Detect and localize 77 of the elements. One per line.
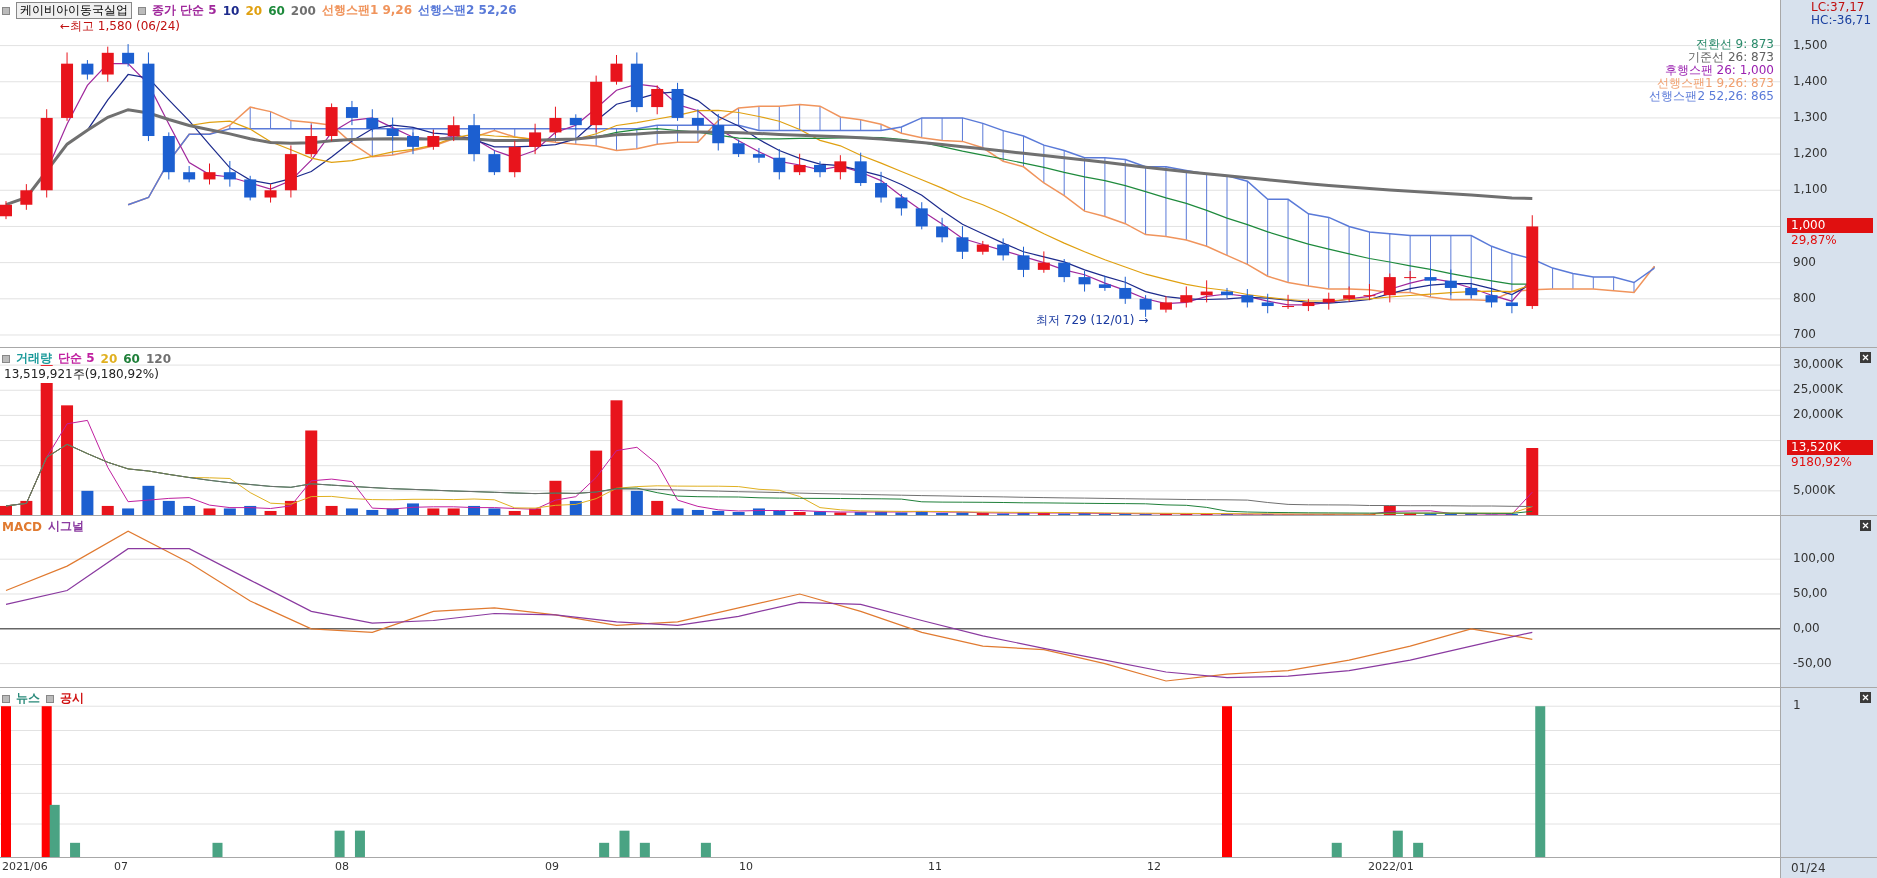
legend-label: 200 — [290, 3, 316, 18]
ichimoku-label: 선행스팬2 52,26: 865 — [1649, 90, 1774, 103]
news-bar — [1392, 830, 1403, 857]
close-icon[interactable] — [1860, 692, 1871, 703]
legend-label: 뉴스 — [16, 690, 40, 707]
legend-label: 120 — [145, 351, 171, 366]
axis-label: 900 — [1793, 254, 1816, 269]
axis-label: 25,000K — [1793, 382, 1843, 397]
news-bar — [1413, 842, 1424, 857]
close-icon[interactable] — [1860, 352, 1871, 363]
news-bar — [70, 842, 81, 857]
axis-label: 0,00 — [1793, 620, 1820, 635]
news-bar — [334, 830, 345, 857]
hc-value: HC:-36,71 — [1811, 13, 1872, 27]
axis-label: 1 — [1793, 698, 1801, 713]
axis-label: 50,00 — [1793, 586, 1828, 600]
news-bar — [639, 842, 650, 857]
date-label: 01/24 — [1791, 861, 1826, 875]
legend-label: 공시 — [60, 690, 84, 707]
legend-label: 20 — [245, 3, 263, 18]
date-label: 08 — [335, 860, 349, 873]
close-icon[interactable] — [1860, 520, 1871, 531]
legend-marker-icon — [2, 6, 10, 15]
axis-label: 700 — [1793, 326, 1816, 341]
date-label: 2022/01 — [1368, 860, 1414, 873]
ichimoku-label: 기준선 26: 873 — [1688, 51, 1774, 64]
volume-ratio: 9180,92% — [1791, 455, 1853, 469]
ichimoku-label: 전환선 9: 873 — [1695, 38, 1774, 51]
news-bar — [354, 830, 365, 857]
legend-label: 종가 단순 5 — [152, 2, 217, 19]
news-bar — [49, 804, 60, 857]
legend-label: 단순 5 — [58, 350, 95, 367]
legend-label: 10 — [222, 3, 240, 18]
volume-info: 13,519,921주(9,180,92%) — [4, 366, 159, 383]
current-price-badge: 1,000 — [1787, 218, 1873, 234]
axis-label: 5,000K — [1793, 482, 1836, 497]
axis-label: 1,100 — [1793, 182, 1828, 197]
stock-name-button[interactable]: 케이비아이동국실업 — [16, 2, 132, 19]
legend-label: 거래량 — [16, 350, 52, 367]
ichimoku-label: 후행스팬 26: 1,000 — [1664, 64, 1774, 77]
ichimoku-label: 선행스팬1 9,26: 873 — [1657, 77, 1774, 90]
legend-marker-icon — [2, 354, 10, 363]
news-bar — [212, 842, 223, 857]
date-label: 12 — [1147, 860, 1161, 873]
lc-value: LC:37,17 — [1811, 0, 1865, 14]
date-label: 09 — [545, 860, 559, 873]
legend-label: 60 — [268, 3, 285, 18]
axis-label: 30,000K — [1793, 357, 1843, 372]
axis-label: 1,200 — [1793, 146, 1828, 161]
date-label: 07 — [114, 860, 128, 873]
legend-label: 선행스팬1 9,26 — [321, 2, 413, 19]
high-price-marker: ←최고 1,580 (06/24) — [60, 18, 180, 35]
news-bar — [700, 842, 711, 857]
news-bar — [599, 842, 610, 857]
legend-label: 선행스팬2 52,26 — [418, 2, 517, 19]
legend-marker-icon — [2, 694, 10, 703]
legend-label: 60 — [123, 351, 140, 366]
change-percent: 29,87% — [1791, 233, 1837, 248]
legend-label: 시그널 — [48, 518, 84, 535]
news-bar — [619, 830, 630, 857]
axis-label: -50,00 — [1793, 655, 1832, 670]
legend-label: 20 — [100, 351, 118, 366]
legend-marker-icon — [138, 6, 146, 15]
date-label: 11 — [928, 860, 942, 873]
date-label: 10 — [739, 860, 753, 873]
axis-label: 1,400 — [1793, 73, 1828, 88]
current-volume-badge: 13,520K — [1787, 440, 1873, 455]
date-label: 2021/06 — [2, 860, 48, 873]
legend-marker-icon — [46, 694, 54, 703]
legend-label: MACD — [2, 519, 42, 534]
axis-label: 100,00 — [1793, 551, 1835, 566]
low-price-marker: 최저 729 (12/01) → — [1036, 312, 1149, 329]
axis-label: 1,500 — [1793, 37, 1828, 52]
axis-label: 800 — [1793, 290, 1816, 305]
axis-label: 1,300 — [1793, 109, 1828, 124]
news-bar — [1331, 842, 1342, 857]
axis-label: 20,000K — [1793, 407, 1843, 422]
